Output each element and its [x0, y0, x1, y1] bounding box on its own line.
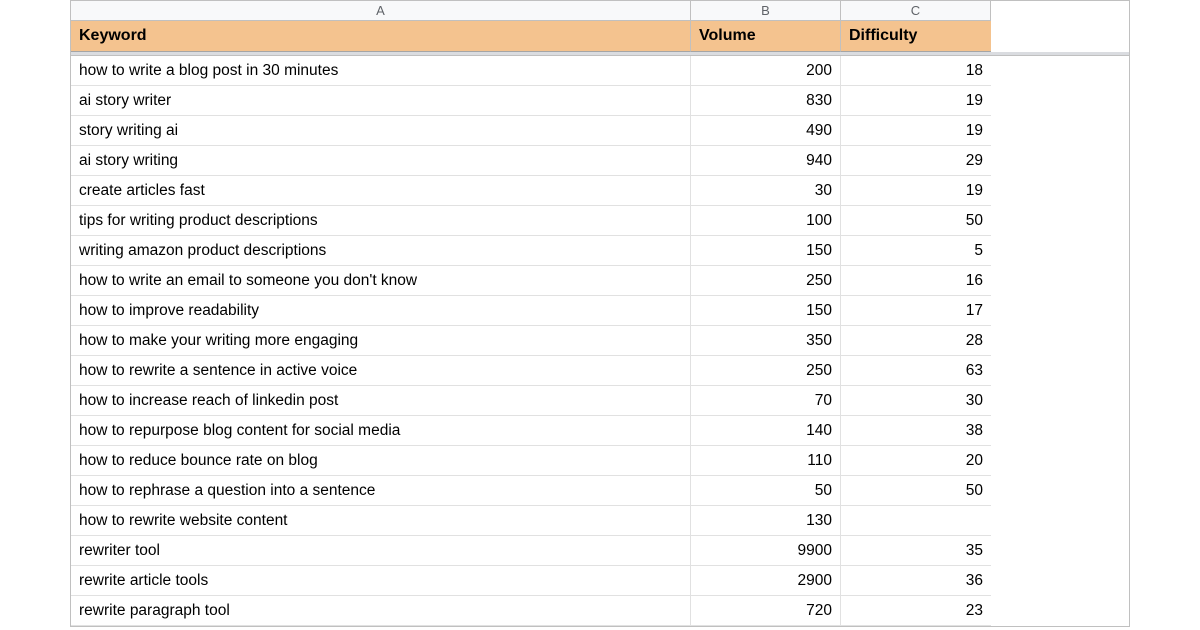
cell-keyword[interactable]: how to rephrase a question into a senten… [71, 476, 691, 506]
cell-volume[interactable]: 250 [691, 356, 841, 386]
cell-keyword[interactable]: how to make your writing more engaging [71, 326, 691, 356]
cell-keyword[interactable]: ai story writer [71, 86, 691, 116]
data-rows: how to write a blog post in 30 minutes20… [71, 56, 1129, 626]
cell-difficulty[interactable] [841, 506, 991, 536]
column-header-a[interactable]: A [71, 1, 691, 21]
cell-volume[interactable]: 720 [691, 596, 841, 626]
table-row: ai story writing94029 [71, 146, 1129, 176]
table-row: how to rephrase a question into a senten… [71, 476, 1129, 506]
cell-difficulty[interactable]: 38 [841, 416, 991, 446]
cell-keyword[interactable]: how to rewrite website content [71, 506, 691, 536]
header-difficulty[interactable]: Difficulty [841, 21, 991, 52]
column-header-b[interactable]: B [691, 1, 841, 21]
cell-keyword[interactable]: writing amazon product descriptions [71, 236, 691, 266]
cell-difficulty[interactable]: 19 [841, 116, 991, 146]
table-row: rewriter tool990035 [71, 536, 1129, 566]
cell-keyword[interactable]: tips for writing product descriptions [71, 206, 691, 236]
cell-volume[interactable]: 130 [691, 506, 841, 536]
cell-difficulty[interactable]: 36 [841, 566, 991, 596]
cell-volume[interactable]: 490 [691, 116, 841, 146]
cell-volume[interactable]: 200 [691, 56, 841, 86]
cell-keyword[interactable]: rewrite article tools [71, 566, 691, 596]
cell-difficulty[interactable]: 19 [841, 86, 991, 116]
column-headers: A B C [71, 1, 991, 21]
cell-volume[interactable]: 2900 [691, 566, 841, 596]
header-volume[interactable]: Volume [691, 21, 841, 52]
spreadsheet: A B C Keyword Volume Difficulty how to w… [70, 0, 1130, 627]
cell-difficulty[interactable]: 5 [841, 236, 991, 266]
cell-difficulty[interactable]: 63 [841, 356, 991, 386]
cell-keyword[interactable]: story writing ai [71, 116, 691, 146]
cell-difficulty[interactable]: 18 [841, 56, 991, 86]
cell-difficulty[interactable]: 29 [841, 146, 991, 176]
table-row: rewrite paragraph tool72023 [71, 596, 1129, 626]
table-row: how to rewrite website content130 [71, 506, 1129, 536]
table-row: how to make your writing more engaging35… [71, 326, 1129, 356]
cell-volume[interactable]: 940 [691, 146, 841, 176]
table-row: create articles fast3019 [71, 176, 1129, 206]
cell-keyword[interactable]: how to write an email to someone you don… [71, 266, 691, 296]
cell-difficulty[interactable]: 50 [841, 476, 991, 506]
cell-difficulty[interactable]: 20 [841, 446, 991, 476]
cell-volume[interactable]: 50 [691, 476, 841, 506]
table-row: how to repurpose blog content for social… [71, 416, 1129, 446]
cell-volume[interactable]: 250 [691, 266, 841, 296]
cell-keyword[interactable]: how to reduce bounce rate on blog [71, 446, 691, 476]
cell-difficulty[interactable]: 50 [841, 206, 991, 236]
cell-difficulty[interactable]: 17 [841, 296, 991, 326]
table-row: how to improve readability15017 [71, 296, 1129, 326]
cell-volume[interactable]: 140 [691, 416, 841, 446]
table-row: story writing ai49019 [71, 116, 1129, 146]
cell-keyword[interactable]: how to improve readability [71, 296, 691, 326]
column-header-c[interactable]: C [841, 1, 991, 21]
table-row: how to write a blog post in 30 minutes20… [71, 56, 1129, 86]
cell-volume[interactable]: 150 [691, 236, 841, 266]
cell-difficulty[interactable]: 16 [841, 266, 991, 296]
header-row: Keyword Volume Difficulty [71, 21, 1129, 52]
cell-keyword[interactable]: ai story writing [71, 146, 691, 176]
table-row: rewrite article tools290036 [71, 566, 1129, 596]
cell-volume[interactable]: 9900 [691, 536, 841, 566]
cell-volume[interactable]: 110 [691, 446, 841, 476]
cell-difficulty[interactable]: 35 [841, 536, 991, 566]
cell-keyword[interactable]: how to increase reach of linkedin post [71, 386, 691, 416]
cell-keyword[interactable]: how to write a blog post in 30 minutes [71, 56, 691, 86]
cell-volume[interactable]: 30 [691, 176, 841, 206]
cell-keyword[interactable]: rewriter tool [71, 536, 691, 566]
cell-volume[interactable]: 70 [691, 386, 841, 416]
cell-volume[interactable]: 150 [691, 296, 841, 326]
cell-difficulty[interactable]: 30 [841, 386, 991, 416]
table-row: how to increase reach of linkedin post70… [71, 386, 1129, 416]
cell-volume[interactable]: 350 [691, 326, 841, 356]
table-row: ai story writer83019 [71, 86, 1129, 116]
table-row: how to reduce bounce rate on blog11020 [71, 446, 1129, 476]
cell-keyword[interactable]: rewrite paragraph tool [71, 596, 691, 626]
cell-keyword[interactable]: how to rewrite a sentence in active voic… [71, 356, 691, 386]
table-row: how to rewrite a sentence in active voic… [71, 356, 1129, 386]
cell-difficulty[interactable]: 23 [841, 596, 991, 626]
table-row: writing amazon product descriptions1505 [71, 236, 1129, 266]
cell-volume[interactable]: 830 [691, 86, 841, 116]
header-keyword[interactable]: Keyword [71, 21, 691, 52]
table-row: tips for writing product descriptions100… [71, 206, 1129, 236]
cell-difficulty[interactable]: 28 [841, 326, 991, 356]
cell-keyword[interactable]: create articles fast [71, 176, 691, 206]
table-row: how to write an email to someone you don… [71, 266, 1129, 296]
cell-difficulty[interactable]: 19 [841, 176, 991, 206]
cell-volume[interactable]: 100 [691, 206, 841, 236]
cell-keyword[interactable]: how to repurpose blog content for social… [71, 416, 691, 446]
